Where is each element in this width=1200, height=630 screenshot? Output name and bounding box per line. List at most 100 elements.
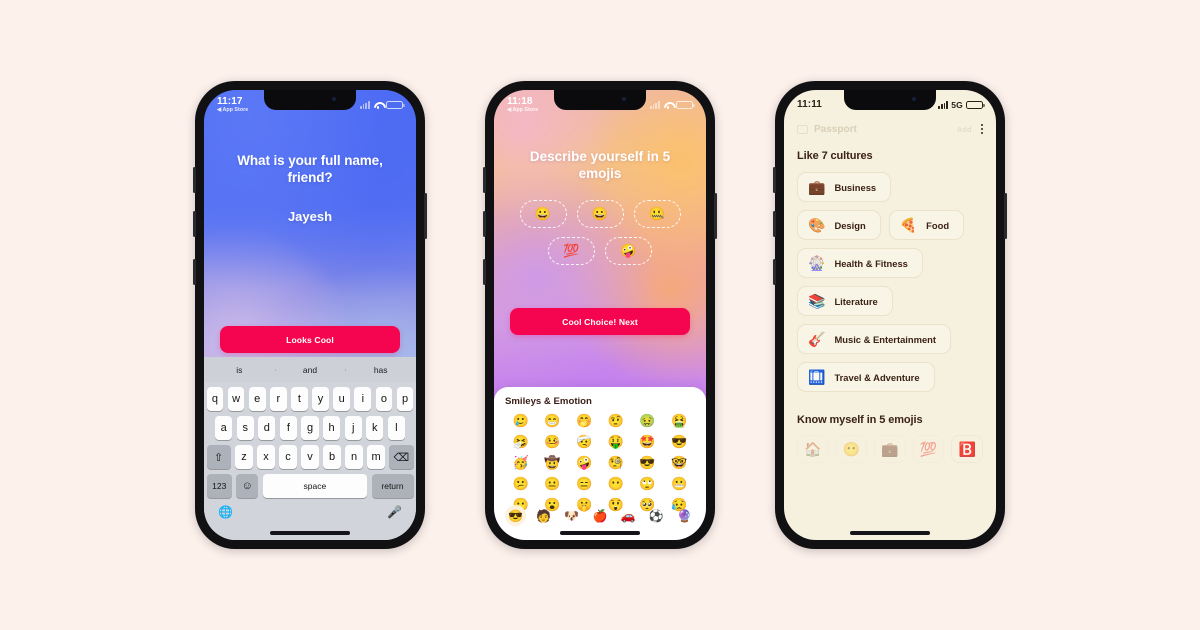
emoji-slot-5[interactable]: 🤪	[605, 237, 652, 265]
shift-arrow-icon[interactable]: ⇧	[206, 445, 231, 469]
emoji-cell[interactable]: 😬	[663, 474, 695, 493]
smiley-icon[interactable]: ☺	[236, 474, 259, 498]
key-z[interactable]: z	[235, 445, 253, 469]
emoji-cell[interactable]: 🙄	[632, 474, 664, 493]
emoji-cell[interactable]: 🤕	[568, 432, 600, 451]
key-o[interactable]: o	[375, 387, 393, 411]
key-a[interactable]: a	[214, 416, 233, 440]
back-label: App Store	[222, 106, 249, 113]
key-w[interactable]: w	[227, 387, 245, 411]
key-b[interactable]: b	[323, 445, 341, 469]
suggestion-2[interactable]: has	[345, 365, 416, 375]
key-i[interactable]: i	[354, 387, 372, 411]
status-back-to-app-store[interactable]: ◀ App Store	[217, 106, 249, 114]
key-f[interactable]: f	[279, 416, 298, 440]
numbers-key[interactable]: 123	[206, 474, 232, 498]
emoji-cell[interactable]: 🤧	[505, 432, 537, 451]
key-v[interactable]: v	[301, 445, 319, 469]
signal-bars-icon	[359, 101, 370, 109]
emoji-cell[interactable]: 🤒	[537, 432, 569, 451]
travel-tab[interactable]: 🚗	[618, 505, 639, 526]
objects-tab[interactable]: 🔮	[674, 505, 695, 526]
emoji-cell[interactable]: 😁	[537, 411, 569, 430]
self-emoji-slot[interactable]: 🏠	[797, 435, 829, 463]
emoji-cell[interactable]: 🤩	[632, 432, 664, 451]
self-emoji-slot[interactable]: 💼	[874, 435, 906, 463]
emoji-slot-1[interactable]: 😀	[519, 200, 567, 228]
emoji-cell[interactable]: 🧐	[600, 453, 632, 472]
emoji-cell[interactable]: 🤮	[663, 411, 695, 430]
looks-cool-button[interactable]: Looks Cool	[220, 326, 400, 353]
emoji-cell[interactable]: 😎	[663, 432, 695, 451]
key-m[interactable]: m	[367, 445, 385, 469]
people-tab[interactable]: 🧑	[533, 505, 554, 526]
kebab-menu-icon[interactable]	[980, 123, 983, 135]
key-j[interactable]: j	[344, 416, 362, 440]
key-x[interactable]: x	[257, 445, 275, 469]
culture-chip[interactable]: 💼 Business	[797, 172, 892, 202]
return-key[interactable]: return	[371, 474, 414, 498]
key-c[interactable]: c	[279, 445, 297, 469]
emoji-cell[interactable]: 😐	[537, 474, 569, 493]
key-r[interactable]: r	[269, 387, 287, 411]
key-s[interactable]: s	[236, 416, 254, 440]
emoji-cell[interactable]: 🤠	[537, 453, 569, 472]
key-d[interactable]: d	[258, 416, 276, 440]
emoji-cell[interactable]: 🤪	[568, 453, 600, 472]
space-key[interactable]: space	[262, 474, 368, 498]
animals-tab[interactable]: 🐶	[561, 505, 582, 526]
emoji-cell[interactable]: 🤨	[600, 411, 632, 430]
self-emoji-slot[interactable]: 💯	[912, 435, 945, 463]
key-g[interactable]: g	[301, 416, 319, 440]
activity-tab[interactable]: ⚽	[646, 505, 667, 526]
emoji-category-tabs: 😎 🧑 🐶 🍎 🚗 ⚽ 🔮	[494, 505, 706, 526]
status-back-to-app-store[interactable]: ◀ App Store	[507, 107, 538, 114]
microphone-icon[interactable]: 🎤	[387, 505, 402, 519]
key-h[interactable]: h	[322, 416, 341, 440]
emoji-cell[interactable]: 🤓	[663, 453, 695, 472]
emoji-cell[interactable]: 😶	[600, 474, 632, 493]
smileys-tab[interactable]: 😎	[505, 505, 526, 526]
emoji-cell[interactable]: 😑	[568, 474, 600, 493]
key-q[interactable]: q	[206, 387, 224, 411]
culture-chip[interactable]: 🎨 Design	[797, 210, 881, 240]
suggestion-1[interactable]: and	[274, 365, 346, 375]
chip-label: Music & Entertainment	[834, 333, 937, 345]
emoji-cell[interactable]: 🥳	[505, 453, 537, 472]
network-label: 5G	[951, 100, 963, 110]
key-k[interactable]: k	[366, 416, 384, 440]
emoji-cell[interactable]: 😕	[505, 474, 537, 493]
key-y[interactable]: y	[312, 387, 329, 411]
signal-bars-icon	[938, 101, 949, 109]
culture-chip[interactable]: 🎸 Music & Entertainment	[797, 324, 952, 354]
culture-chip[interactable]: 🍕 Food	[888, 210, 965, 240]
self-emoji-slot[interactable]: 😶	[835, 435, 868, 463]
key-t[interactable]: t	[291, 387, 308, 411]
emoji-cell[interactable]: 🤑	[600, 432, 632, 451]
add-button[interactable]: Add	[957, 125, 972, 134]
culture-chip[interactable]: 🎡 Health & Fitness	[797, 248, 923, 278]
emoji-slot-2[interactable]: 😀	[576, 200, 624, 228]
globe-icon[interactable]: 🌐	[218, 505, 233, 519]
emoji-cell[interactable]: 🤭	[568, 411, 600, 430]
emoji-cell[interactable]: 🥲	[505, 411, 537, 430]
key-u[interactable]: u	[333, 387, 351, 411]
key-l[interactable]: l	[387, 416, 406, 440]
status-left: 11:18 ◀ App Store	[507, 96, 538, 114]
culture-chip[interactable]: 🛄 Travel & Adventure	[797, 362, 935, 392]
key-n[interactable]: n	[345, 445, 363, 469]
suggestion-0[interactable]: is	[204, 365, 275, 375]
cool-choice-next-button[interactable]: Cool Choice! Next	[510, 308, 690, 335]
self-emoji-slot[interactable]: 🅱️	[951, 435, 983, 463]
culture-chip[interactable]: 📚 Literature	[797, 286, 893, 316]
backspace-icon[interactable]: ⌫	[389, 445, 414, 469]
emoji-slot-3[interactable]: 🤐	[633, 200, 681, 228]
emoji-cell[interactable]: 🤢	[632, 411, 664, 430]
notch	[554, 90, 646, 110]
key-e[interactable]: e	[248, 387, 266, 411]
key-p[interactable]: p	[396, 387, 414, 411]
name-input-value[interactable]: Jayesh	[204, 209, 416, 224]
food-tab[interactable]: 🍎	[589, 505, 610, 526]
emoji-cell[interactable]: 😎	[632, 453, 664, 472]
emoji-slot-4[interactable]: 💯	[548, 237, 595, 265]
